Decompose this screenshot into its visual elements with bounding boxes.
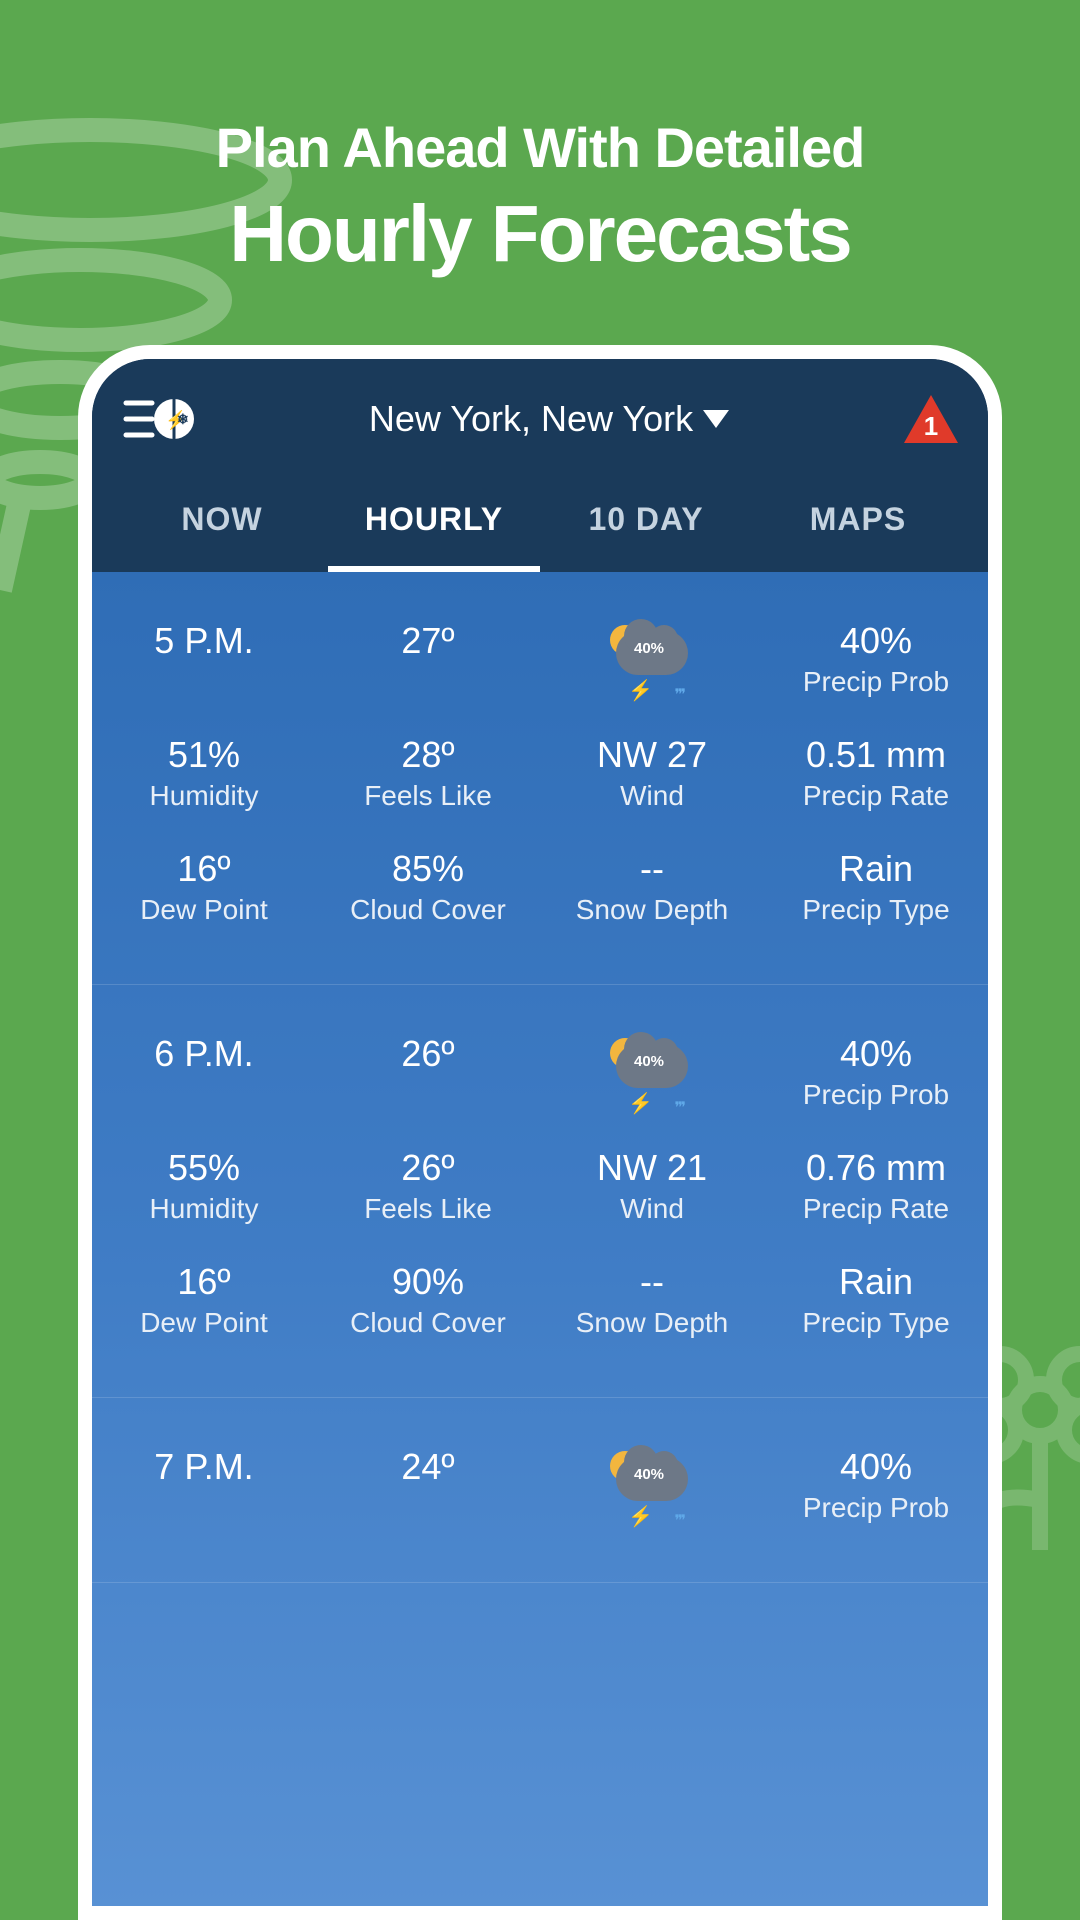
precip-rate-cell: 0.51 mmPrecip Rate [764, 734, 988, 812]
humidity-cell: 51%Humidity [92, 734, 316, 812]
time-cell: 7 P.M. [92, 1446, 316, 1524]
precip-type-cell: RainPrecip Type [764, 848, 988, 926]
tab-hourly[interactable]: HOURLY [328, 501, 540, 572]
tab-now[interactable]: NOW [116, 501, 328, 572]
app-bar: ⚡ ❄ New York, New York 1 [92, 359, 988, 479]
appbar-left: ⚡ ❄ [122, 391, 194, 447]
temp-cell: 27º [316, 620, 540, 698]
tab-10day[interactable]: 10 DAY [540, 501, 752, 572]
alert-button[interactable]: 1 [904, 395, 958, 443]
location-selector[interactable]: New York, New York [369, 398, 729, 440]
menu-icon[interactable]: ⚡ ❄ [122, 391, 194, 447]
alert-count: 1 [924, 411, 938, 441]
weather-icon: 40%⚡❜❜❜ [540, 1446, 764, 1524]
precip-prob-cell: 40%Precip Prob [764, 620, 988, 698]
humidity-cell: 55%Humidity [92, 1147, 316, 1225]
time-cell: 5 P.M. [92, 620, 316, 698]
tab-bar: NOW HOURLY 10 DAY MAPS [92, 479, 988, 572]
time-cell: 6 P.M. [92, 1033, 316, 1111]
hour-block: 5 P.M. 27º 40%⚡❜❜❜ 40%Precip Prob 51%Hum… [92, 572, 988, 985]
wind-cell: NW 21Wind [540, 1147, 764, 1225]
precip-prob-cell: 40%Precip Prob [764, 1033, 988, 1111]
temp-cell: 26º [316, 1033, 540, 1111]
svg-text:❄: ❄ [177, 411, 189, 427]
hourly-content[interactable]: 5 P.M. 27º 40%⚡❜❜❜ 40%Precip Prob 51%Hum… [92, 572, 988, 1906]
hour-block: 7 P.M. 24º 40%⚡❜❜❜ 40%Precip Prob [92, 1398, 988, 1583]
wind-cell: NW 27Wind [540, 734, 764, 812]
precip-prob-cell: 40%Precip Prob [764, 1446, 988, 1524]
snow-depth-cell: --Snow Depth [540, 1261, 764, 1339]
temp-cell: 24º [316, 1446, 540, 1524]
precip-rate-cell: 0.76 mmPrecip Rate [764, 1147, 988, 1225]
location-text: New York, New York [369, 398, 693, 440]
dew-point-cell: 16ºDew Point [92, 848, 316, 926]
weather-icon: 40%⚡❜❜❜ [540, 620, 764, 698]
hour-block: 6 P.M. 26º 40%⚡❜❜❜ 40%Precip Prob 55%Hum… [92, 985, 988, 1398]
cloud-cover-cell: 85%Cloud Cover [316, 848, 540, 926]
phone-screen: ⚡ ❄ New York, New York 1 NOW HOURLY 10 D… [92, 359, 988, 1906]
precip-type-cell: RainPrecip Type [764, 1261, 988, 1339]
dew-point-cell: 16ºDew Point [92, 1261, 316, 1339]
cloud-cover-cell: 90%Cloud Cover [316, 1261, 540, 1339]
chevron-down-icon [703, 410, 729, 428]
feels-like-cell: 28ºFeels Like [316, 734, 540, 812]
tab-maps[interactable]: MAPS [752, 501, 964, 572]
feels-like-cell: 26ºFeels Like [316, 1147, 540, 1225]
weather-icon: 40%⚡❜❜❜ [540, 1033, 764, 1111]
phone-frame: ⚡ ❄ New York, New York 1 NOW HOURLY 10 D… [78, 345, 1002, 1920]
snow-depth-cell: --Snow Depth [540, 848, 764, 926]
